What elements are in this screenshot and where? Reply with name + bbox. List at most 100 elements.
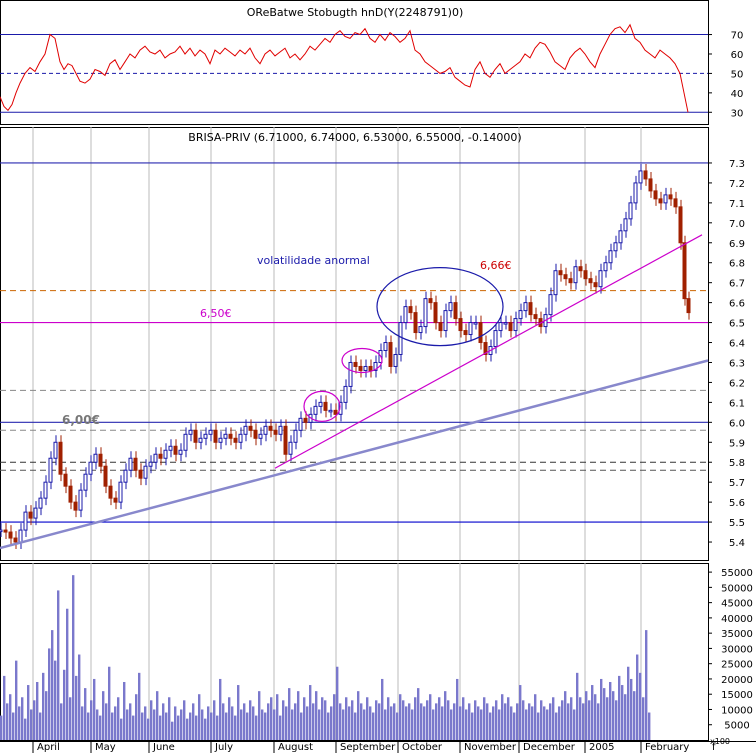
price-tick-label: 7.3 — [729, 159, 745, 170]
volume-tick-label: 45000 — [721, 599, 753, 610]
price-bar-body — [663, 194, 668, 204]
price-bar-body — [468, 322, 473, 336]
annotation-volatilidade: volatilidade anormal — [257, 254, 370, 267]
price-bar-body — [433, 302, 438, 324]
price-bar-body — [133, 457, 138, 471]
volume-bar — [429, 694, 432, 740]
axis-labels: 70 60 50 40 30 7.3 7.2 7.1 7.0 6.9 6.8 6.7 6.6 6.5 6.4… — [708, 31, 753, 732]
price-bar-body — [243, 425, 248, 435]
volume-bar — [276, 694, 279, 740]
price-bar-body — [228, 433, 233, 439]
volume-bar — [303, 697, 306, 740]
volume-bar — [186, 718, 189, 740]
volume-bar — [537, 712, 540, 740]
volume-bar — [471, 712, 474, 740]
price-bar-body — [563, 274, 568, 280]
price-tick-label: 6.3 — [729, 358, 745, 369]
volume-bar — [165, 712, 168, 740]
volume-bar — [246, 712, 249, 740]
indicator-tick-label: 70 — [731, 31, 744, 42]
month-label: June — [152, 742, 175, 753]
volume-bar — [366, 697, 369, 740]
price-bar-body — [453, 302, 458, 320]
volume-bar — [564, 691, 567, 740]
price-bar-body — [38, 497, 43, 509]
volume-bar — [93, 678, 96, 740]
price-bar-body — [348, 361, 353, 387]
price-bar-body — [73, 501, 78, 511]
volume-tick-label: 55000 — [721, 568, 753, 579]
volume-bar — [570, 697, 573, 740]
volume-tick-label: 15000 — [721, 690, 753, 701]
price-bar-body — [328, 409, 333, 413]
price-bar-body — [353, 361, 358, 367]
price-bar-body — [333, 409, 338, 415]
volume-bar — [489, 712, 492, 740]
price-bar-body — [268, 425, 273, 431]
volume-bar — [561, 700, 564, 740]
volume-bar — [72, 575, 75, 740]
price-bar-body — [93, 453, 98, 463]
volume-bar — [435, 703, 438, 740]
price-tick-label: 7.2 — [729, 179, 745, 190]
volume-bar — [108, 666, 111, 740]
price-bar-body — [183, 433, 188, 451]
volume-bar — [645, 630, 648, 740]
volume-tick-label: 10000 — [721, 705, 753, 716]
price-bar-body — [558, 270, 563, 276]
price-tick-label: 5.4 — [729, 538, 745, 549]
price-bar-body — [528, 302, 533, 316]
volume-bar — [330, 706, 333, 740]
price-tick-label: 5.8 — [729, 458, 745, 469]
volume-bar — [387, 697, 390, 740]
price-bar-body — [398, 322, 403, 355]
volume-bar — [222, 703, 225, 740]
price-bar-body — [533, 314, 538, 320]
price-bar-body — [218, 437, 223, 443]
volume-bar — [231, 706, 234, 740]
price-bar-body — [188, 429, 193, 435]
price-bar-body — [408, 306, 413, 314]
volume-bar — [342, 709, 345, 740]
volume-bar — [258, 691, 261, 740]
volume-bar — [312, 703, 315, 740]
volume-bar — [621, 685, 624, 740]
price-tick-label: 5.5 — [729, 518, 745, 529]
volume-bar — [138, 672, 141, 740]
price-bar-body — [493, 330, 498, 348]
volume-bar — [300, 712, 303, 740]
price-bar-body — [438, 322, 443, 332]
price-bar-body — [368, 365, 373, 371]
volume-bar — [354, 712, 357, 740]
price-bar-body — [198, 437, 203, 443]
volume-bar — [228, 697, 231, 740]
price-bar-body — [148, 461, 153, 467]
volume-bar — [378, 703, 381, 740]
volume-bar — [51, 630, 54, 740]
volume-bar — [483, 697, 486, 740]
volume-bar — [375, 700, 378, 740]
volume-bar — [459, 706, 462, 740]
price-bar-body — [203, 433, 208, 439]
volume-bar — [69, 697, 72, 740]
price-bar-body — [343, 385, 348, 403]
price-bar-body — [238, 433, 243, 443]
price-bar-body — [208, 429, 213, 435]
annotation-6-00: 6,00€ — [62, 413, 100, 427]
volume-bar — [162, 703, 165, 740]
volume-bar — [156, 691, 159, 740]
price-bar-body — [448, 302, 453, 312]
price-bar-body — [523, 302, 528, 312]
volume-bar — [267, 703, 270, 740]
price-tick-label: 6.4 — [729, 339, 745, 350]
price-bar-body — [583, 270, 588, 280]
month-label: 2005 — [589, 742, 614, 753]
volume-bar — [213, 700, 216, 740]
price-bar-body — [173, 445, 178, 455]
volume-bar — [123, 682, 126, 740]
price-bar-body — [573, 266, 578, 284]
price-bar-body — [153, 453, 158, 463]
price-bar-body — [43, 481, 48, 499]
volume-bar — [114, 706, 117, 740]
price-bar-body — [503, 322, 508, 325]
